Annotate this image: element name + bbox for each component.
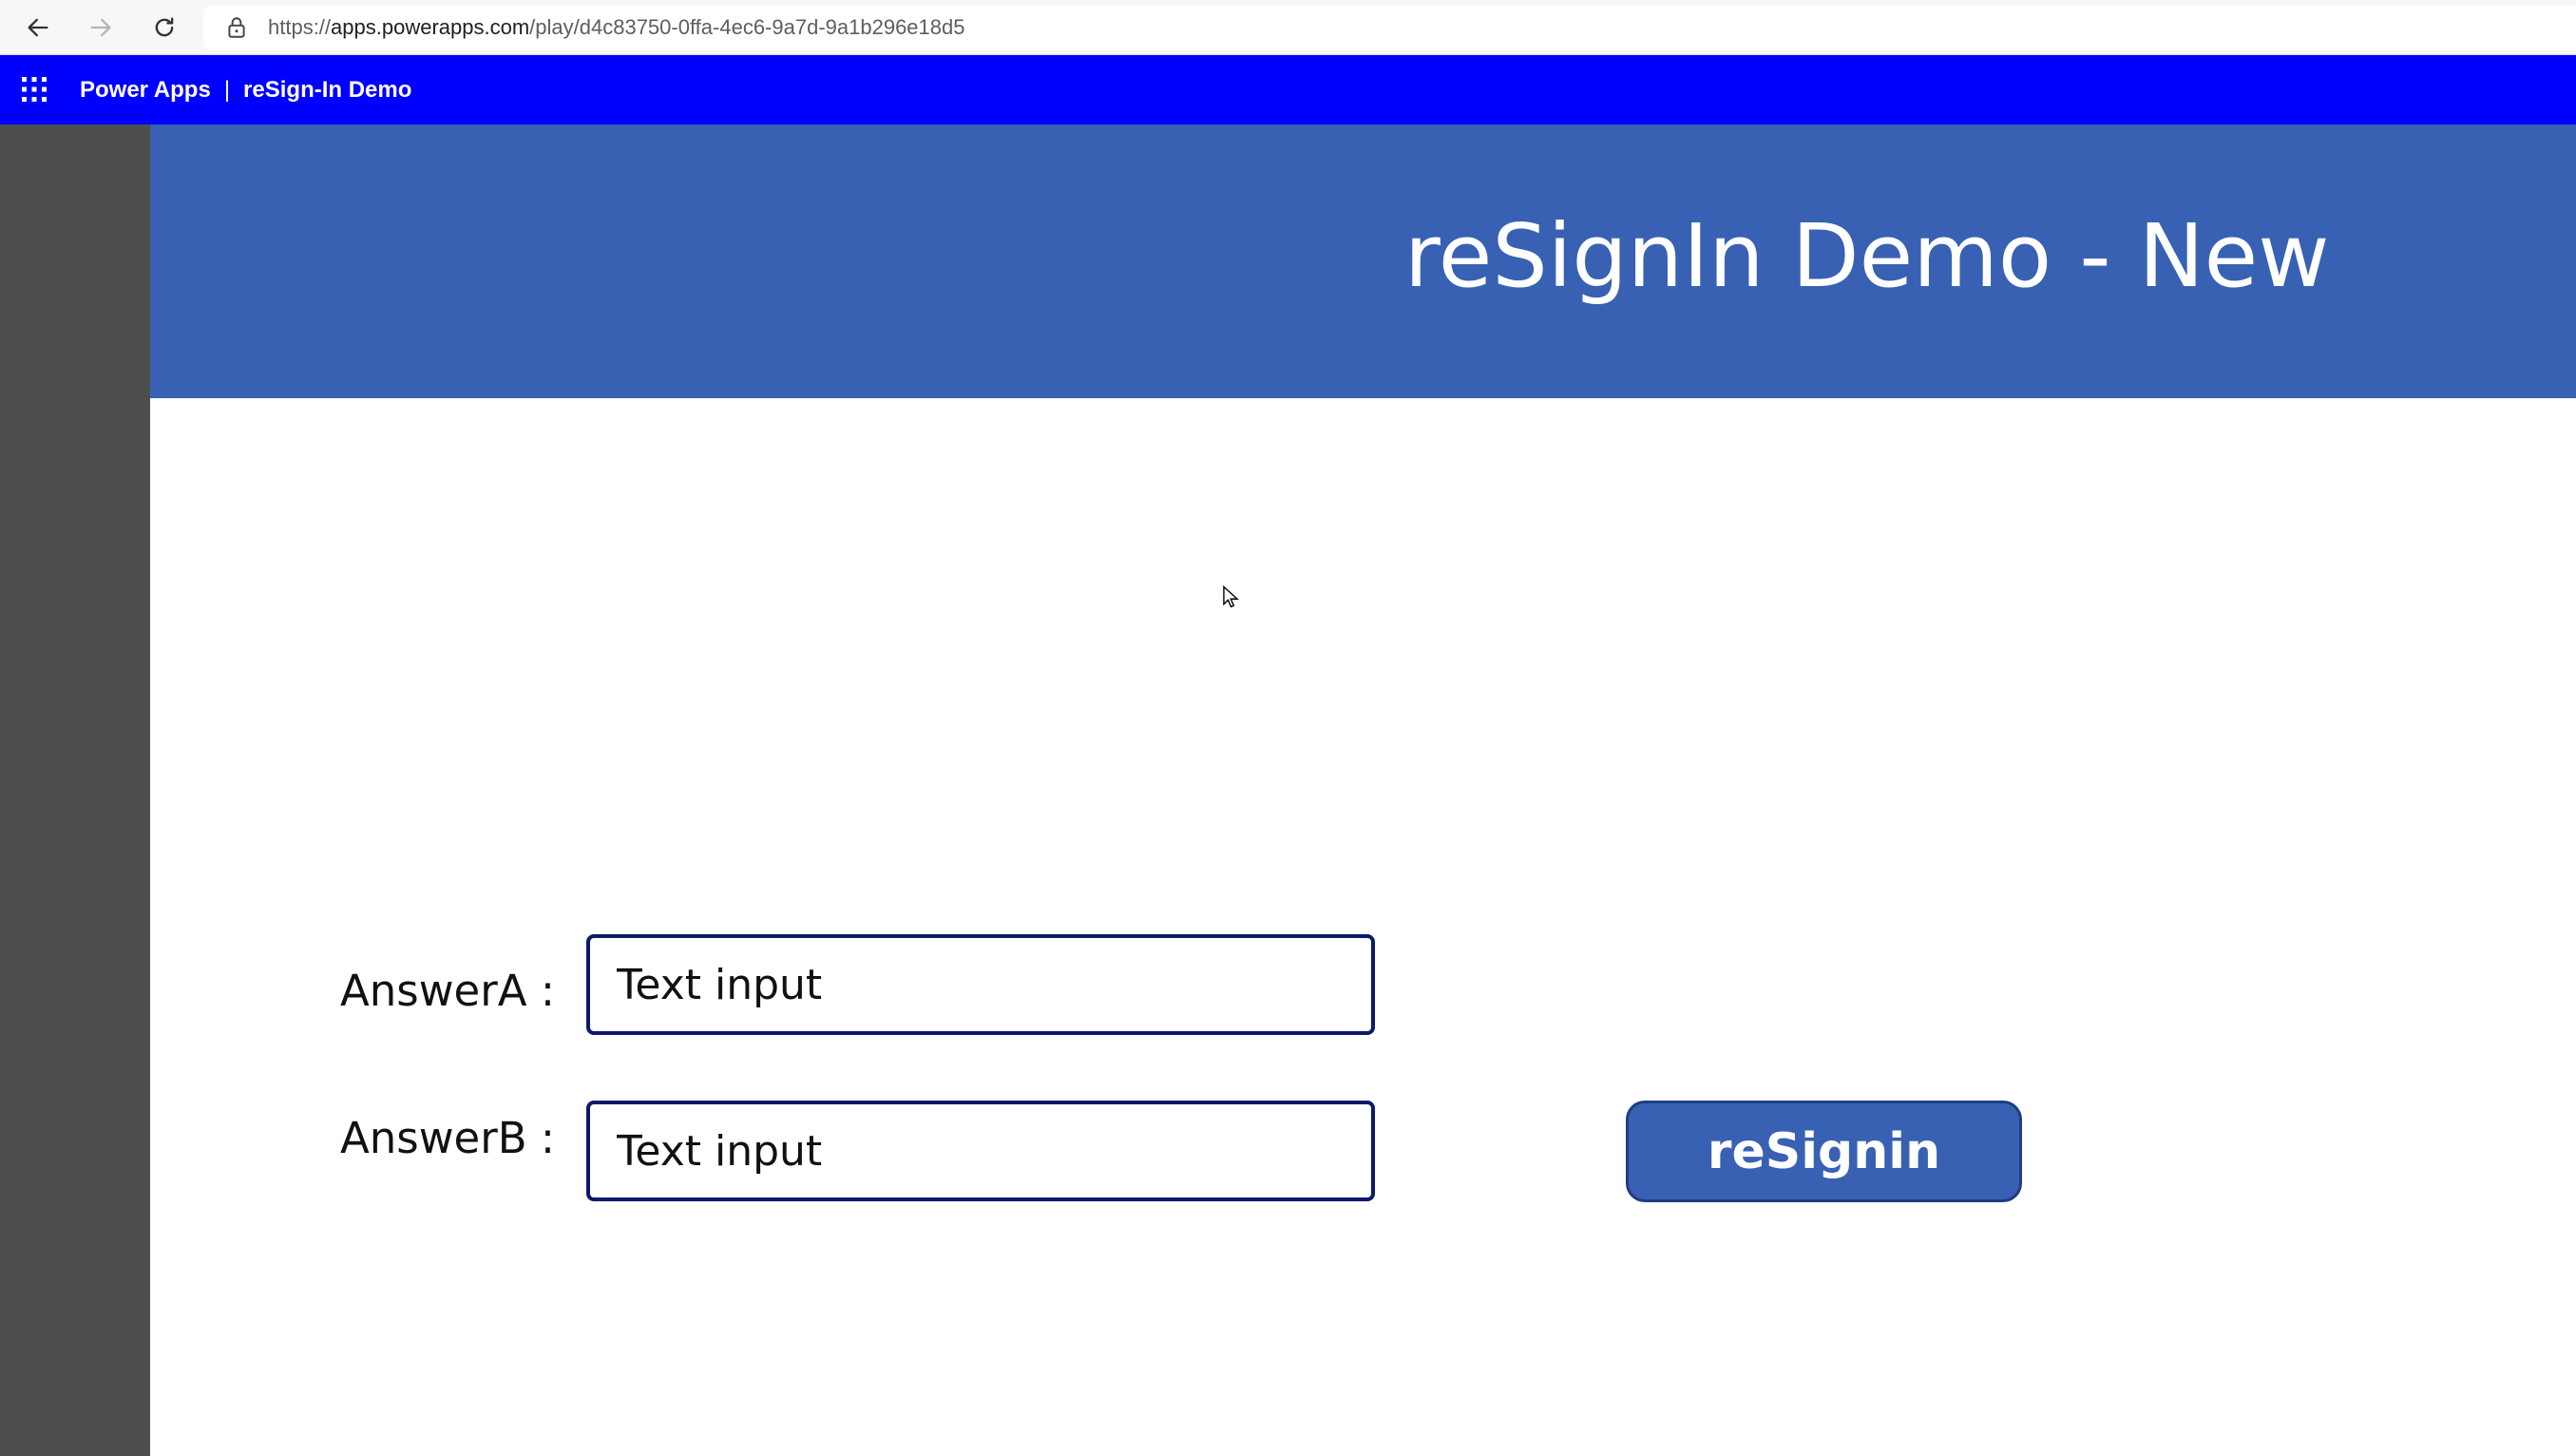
refresh-icon (155, 17, 174, 37)
power-apps-header: Power Apps | reSign-In Demo (0, 55, 2576, 125)
resignin-button[interactable]: reSignin (1626, 1101, 2022, 1202)
title-banner: reSignIn Demo - New (150, 125, 2576, 398)
forward-arrow-icon (90, 18, 111, 37)
lock-icon[interactable] (224, 15, 249, 40)
app-canvas: reSignIn Demo - New AnswerA : AnswerB : … (150, 125, 2576, 1456)
url-text[interactable]: https://apps.powerapps.com/play/d4c83750… (268, 6, 964, 49)
waffle-icon[interactable] (21, 76, 48, 103)
browser-toolbar: https://apps.powerapps.com/play/d4c83750… (0, 0, 2576, 55)
mouse-cursor-icon (1223, 585, 1239, 608)
answer-b-label: AnswerB : (340, 1113, 556, 1163)
answer-a-input[interactable] (586, 934, 1375, 1035)
header-title: Power Apps | reSign-In Demo (80, 55, 411, 125)
url-prefix: https:// (268, 15, 332, 39)
address-bar[interactable]: https://apps.powerapps.com/play/d4c83750… (203, 6, 2576, 49)
refresh-button[interactable] (143, 7, 185, 48)
left-gutter (0, 125, 150, 1456)
answer-b-input[interactable] (586, 1101, 1375, 1201)
screen-title: reSignIn Demo - New (1404, 205, 2330, 307)
back-button[interactable] (17, 7, 59, 48)
url-domain: apps.powerapps.com (331, 15, 530, 39)
app-name: reSign-In Demo (243, 77, 412, 103)
forward-button[interactable] (80, 7, 122, 48)
url-path: /play/d4c83750-0ffa-4ec6-9a7d-9a1b296e18… (529, 15, 965, 39)
header-separator: | (223, 77, 231, 103)
product-name[interactable]: Power Apps (80, 77, 211, 103)
answer-a-label: AnswerA : (340, 966, 555, 1016)
back-arrow-icon (28, 18, 48, 37)
